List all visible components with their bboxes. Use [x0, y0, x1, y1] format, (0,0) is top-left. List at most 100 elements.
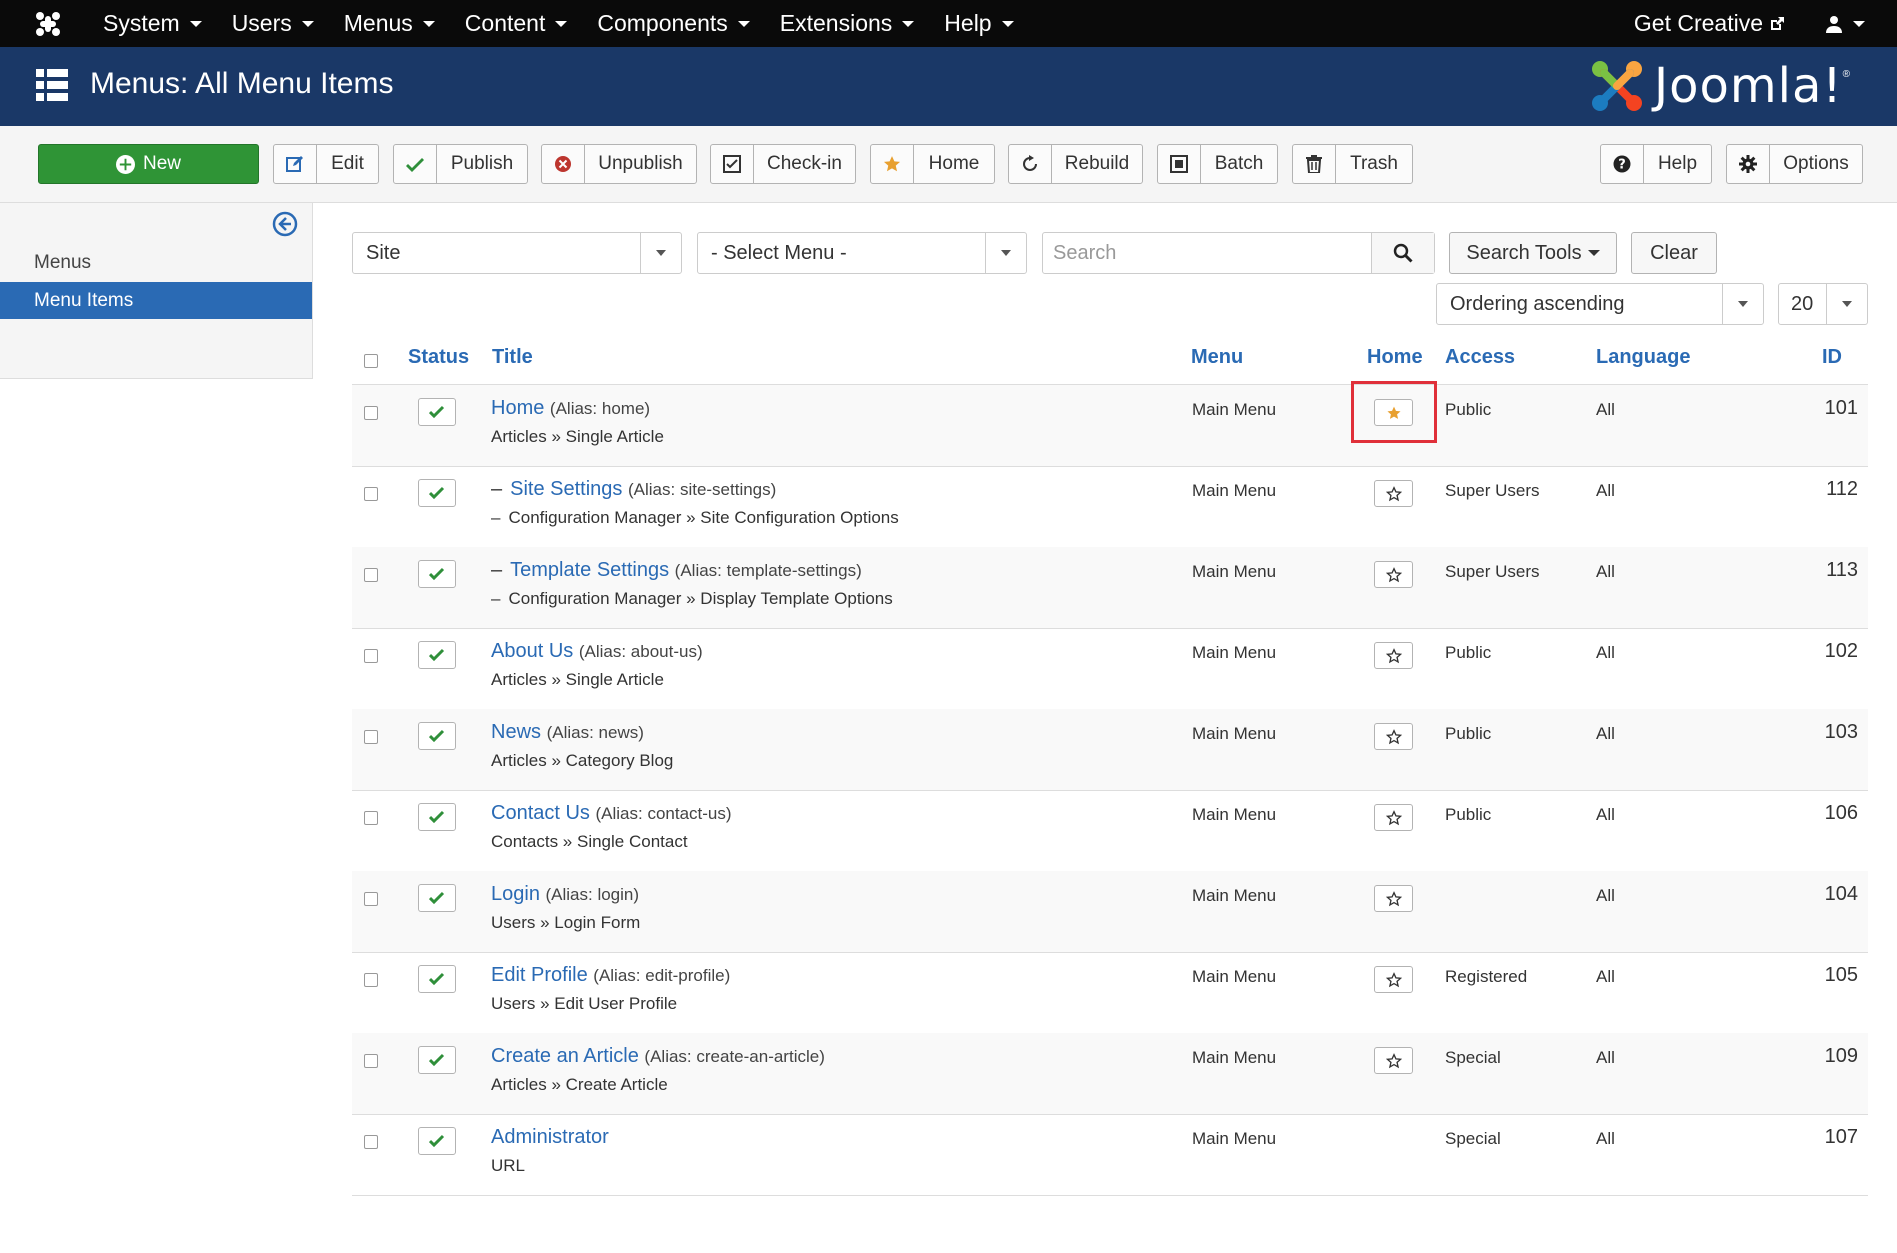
- top-navbar: System Users Menus Content Components Ex…: [0, 0, 1897, 47]
- nav-components[interactable]: Components: [582, 0, 764, 47]
- column-id[interactable]: ID: [1822, 346, 1842, 369]
- external-link-icon: [1771, 16, 1784, 30]
- child-indent-dash: –: [491, 589, 501, 608]
- item-title-link[interactable]: Template Settings: [510, 559, 669, 581]
- publish-button[interactable]: Publish: [393, 144, 528, 184]
- item-type: URL: [491, 1156, 526, 1175]
- item-title-link[interactable]: Administrator: [491, 1126, 609, 1148]
- joomla-small-logo-icon[interactable]: [34, 10, 62, 38]
- new-button[interactable]: New: [38, 144, 259, 184]
- check-icon: [429, 567, 445, 581]
- row-checkbox[interactable]: [364, 487, 378, 501]
- chevron-down-icon: [1001, 250, 1011, 256]
- published-status-button[interactable]: [418, 641, 456, 669]
- column-status[interactable]: Status: [408, 346, 469, 369]
- rebuild-button[interactable]: Rebuild: [1008, 144, 1143, 184]
- ordering-select[interactable]: Ordering ascending: [1436, 283, 1764, 325]
- search-input[interactable]: [1043, 233, 1371, 273]
- published-status-button[interactable]: [418, 722, 456, 750]
- unpublish-button[interactable]: Unpublish: [541, 144, 697, 184]
- nav-extensions[interactable]: Extensions: [765, 0, 930, 47]
- set-home-button[interactable]: [1374, 561, 1413, 588]
- item-title-link[interactable]: Home: [491, 397, 544, 419]
- help-button[interactable]: ? Help: [1600, 144, 1712, 184]
- item-title-link[interactable]: News: [491, 721, 541, 743]
- column-menu[interactable]: Menu: [1191, 346, 1243, 369]
- search-button[interactable]: [1371, 233, 1434, 273]
- set-home-button[interactable]: [1374, 1047, 1413, 1074]
- row-checkbox[interactable]: [364, 568, 378, 582]
- nav-users[interactable]: Users: [217, 0, 329, 47]
- column-home[interactable]: Home: [1367, 346, 1423, 369]
- item-type: Users » Login Form: [491, 913, 641, 932]
- item-title-link[interactable]: Site Settings: [510, 478, 622, 500]
- item-type: Articles » Single Article: [491, 427, 664, 446]
- options-button[interactable]: Options: [1726, 144, 1863, 184]
- column-title[interactable]: Title: [492, 346, 533, 369]
- sidebar: Menus Menu Items: [0, 203, 313, 379]
- nav-system[interactable]: System: [88, 0, 217, 47]
- user-menu[interactable]: [1825, 15, 1865, 33]
- set-home-button[interactable]: [1374, 885, 1413, 912]
- sidebar-item-menus[interactable]: Menus: [34, 252, 91, 274]
- row-checkbox[interactable]: [364, 1135, 378, 1149]
- set-home-button[interactable]: [1374, 642, 1413, 669]
- clear-button[interactable]: Clear: [1631, 232, 1717, 274]
- published-status-button[interactable]: [418, 398, 456, 426]
- chevron-down-icon: [656, 250, 666, 256]
- edit-button[interactable]: Edit: [273, 144, 379, 184]
- published-status-button[interactable]: [418, 884, 456, 912]
- select-all-checkbox[interactable]: [364, 354, 378, 368]
- item-title-link[interactable]: Create an Article: [491, 1045, 639, 1067]
- set-home-button[interactable]: [1374, 804, 1413, 831]
- collapse-sidebar-icon[interactable]: [272, 211, 298, 237]
- row-checkbox[interactable]: [364, 730, 378, 744]
- item-id: 112: [1826, 478, 1858, 500]
- row-checkbox[interactable]: [364, 649, 378, 663]
- item-type: Articles » Create Article: [491, 1075, 668, 1094]
- set-home-button[interactable]: [1374, 966, 1413, 993]
- item-access: Super Users: [1445, 562, 1540, 581]
- item-alias: (Alias: home): [549, 399, 651, 418]
- checkin-button[interactable]: Check-in: [710, 144, 856, 184]
- home-button[interactable]: Home: [870, 144, 995, 184]
- published-status-button[interactable]: [418, 479, 456, 507]
- set-home-button[interactable]: [1374, 723, 1413, 750]
- plus-circle-icon: [115, 154, 135, 174]
- nav-content[interactable]: Content: [450, 0, 583, 47]
- item-menu: Main Menu: [1192, 400, 1277, 419]
- published-status-button[interactable]: [418, 560, 456, 588]
- menu-select[interactable]: - Select Menu -: [697, 232, 1027, 274]
- nav-menus[interactable]: Menus: [329, 0, 450, 47]
- item-language: All: [1596, 562, 1615, 581]
- item-title-link[interactable]: About Us: [491, 640, 573, 662]
- sidebar-item-menu-items[interactable]: Menu Items: [0, 282, 312, 319]
- question-circle-icon: ?: [1613, 155, 1631, 173]
- search-icon: [1393, 243, 1413, 263]
- item-title-link[interactable]: Edit Profile: [491, 964, 588, 986]
- client-select[interactable]: Site: [352, 232, 682, 274]
- published-status-button[interactable]: [418, 1046, 456, 1074]
- published-status-button[interactable]: [418, 965, 456, 993]
- search-tools-button[interactable]: Search Tools: [1449, 232, 1617, 274]
- column-access[interactable]: Access: [1445, 346, 1515, 369]
- row-checkbox[interactable]: [364, 973, 378, 987]
- row-checkbox[interactable]: [364, 811, 378, 825]
- row-checkbox[interactable]: [364, 1054, 378, 1068]
- check-icon: [429, 729, 445, 743]
- row-checkbox[interactable]: [364, 406, 378, 420]
- limit-select[interactable]: 20: [1778, 283, 1868, 325]
- item-type: Users » Edit User Profile: [491, 994, 678, 1013]
- item-title-link[interactable]: Login: [491, 883, 540, 905]
- published-status-button[interactable]: [418, 1127, 456, 1155]
- set-home-button[interactable]: [1374, 480, 1413, 507]
- row-checkbox[interactable]: [364, 892, 378, 906]
- trash-button[interactable]: Trash: [1292, 144, 1413, 184]
- column-language[interactable]: Language: [1596, 346, 1690, 369]
- batch-button[interactable]: Batch: [1157, 144, 1278, 184]
- get-creative-link[interactable]: Get Creative: [1634, 10, 1785, 37]
- check-icon: [429, 648, 445, 662]
- published-status-button[interactable]: [418, 803, 456, 831]
- nav-help[interactable]: Help: [929, 0, 1028, 47]
- item-title-link[interactable]: Contact Us: [491, 802, 590, 824]
